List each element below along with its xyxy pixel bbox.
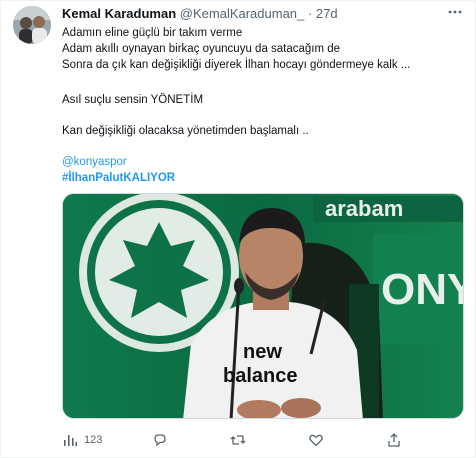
user-handle[interactable]: @KemalKaraduman_ (180, 6, 304, 21)
tweet-text-line: Kan değişikliği olacaksa yönetimden başl… (62, 125, 309, 137)
retweet-action[interactable] (230, 432, 252, 448)
action-bar: 123 (62, 432, 402, 450)
tweet-time[interactable]: 27d (316, 6, 338, 21)
share-action[interactable] (386, 432, 402, 448)
svg-text:ONY: ONY (381, 265, 464, 314)
like-icon (309, 434, 323, 447)
avatar[interactable] (13, 6, 51, 44)
views-icon (64, 435, 78, 446)
views-action[interactable]: 123 (62, 432, 102, 448)
hashtag-link[interactable]: #İlhanPalutKALIYOR (62, 170, 175, 186)
shirt-logo-line-1: new (243, 341, 282, 363)
tweet-card[interactable]: Kemal Karaduman @KemalKaraduman_ · 27d A… (0, 0, 476, 458)
tweet-text-line: Sonra da çık kan değişikliği diyerek İlh… (62, 59, 411, 71)
reply-icon (154, 434, 166, 447)
mention-link[interactable]: @konyaspor (62, 154, 127, 170)
display-name[interactable]: Kemal Karaduman (62, 6, 176, 21)
more-icon[interactable] (447, 4, 463, 23)
tweet-media-image[interactable]: arabam ONY new balance (62, 193, 464, 419)
tweet-header: Kemal Karaduman @KemalKaraduman_ · 27d (62, 6, 338, 22)
retweet-icon (230, 435, 246, 445)
share-icon (388, 433, 400, 447)
separator-dot: · (307, 6, 313, 21)
tweet-text-line: Adamın eline güçlü bir takım verme (62, 27, 243, 39)
sponsor-text: arabam (325, 196, 403, 221)
views-count: 123 (84, 434, 103, 446)
tweet-text-line: Adam akıllı oynayan birkaç oyuncuyu da s… (62, 43, 341, 55)
tweet-text-line: Asıl suçlu sensin YÖNETİM (62, 94, 204, 106)
like-action[interactable] (308, 432, 330, 448)
shirt-logo-line-2: balance (223, 365, 297, 387)
reply-action[interactable] (152, 432, 174, 448)
